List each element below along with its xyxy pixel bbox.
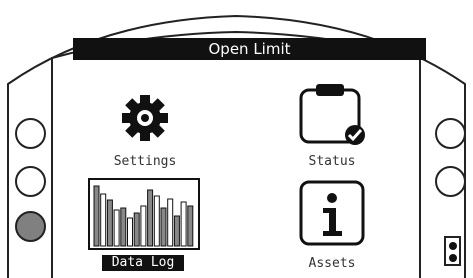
- chart-bar: [113, 209, 120, 247]
- scroll-indicator[interactable]: [444, 236, 461, 266]
- menu-item-settings[interactable]: Settings: [100, 84, 190, 174]
- scroll-dot-top: [449, 242, 457, 250]
- right-button-top[interactable]: [435, 118, 466, 149]
- chart-bar: [153, 195, 160, 247]
- menu-item-assets[interactable]: Assets: [282, 178, 382, 274]
- chart-bar: [140, 205, 147, 247]
- chart-bar: [180, 201, 187, 247]
- clipboard-check-icon: [299, 84, 365, 145]
- menu-item-data-log-label: Data Log: [111, 255, 175, 270]
- chart-bar: [127, 217, 133, 247]
- chart-bar: [187, 205, 194, 247]
- chart-bar: [167, 198, 174, 247]
- right-button-middle[interactable]: [435, 166, 466, 197]
- gear-icon: [122, 95, 168, 141]
- chart-bar: [133, 212, 140, 247]
- chart-bar: [100, 193, 107, 247]
- screen-title: Open Limit: [73, 38, 426, 60]
- chart-bar: [160, 207, 167, 247]
- info-icon: [299, 180, 365, 246]
- menu-item-data-log[interactable]: Data Log: [86, 178, 202, 274]
- menu-item-status[interactable]: Status: [282, 80, 382, 172]
- left-button-middle[interactable]: [15, 166, 46, 197]
- scroll-dot-bottom: [449, 254, 457, 262]
- chart-bar: [106, 199, 113, 247]
- left-button-bottom[interactable]: [15, 211, 46, 242]
- chart-bar: [173, 215, 180, 247]
- menu-item-assets-label: Assets: [308, 256, 356, 271]
- menu-item-settings-label: Settings: [113, 154, 177, 169]
- chart-bar: [147, 189, 154, 247]
- menu-item-status-label: Status: [308, 154, 356, 169]
- left-button-top[interactable]: [15, 118, 46, 149]
- bar-chart-icon: [88, 178, 200, 250]
- chart-bar: [93, 185, 100, 247]
- chart-bar: [120, 207, 127, 247]
